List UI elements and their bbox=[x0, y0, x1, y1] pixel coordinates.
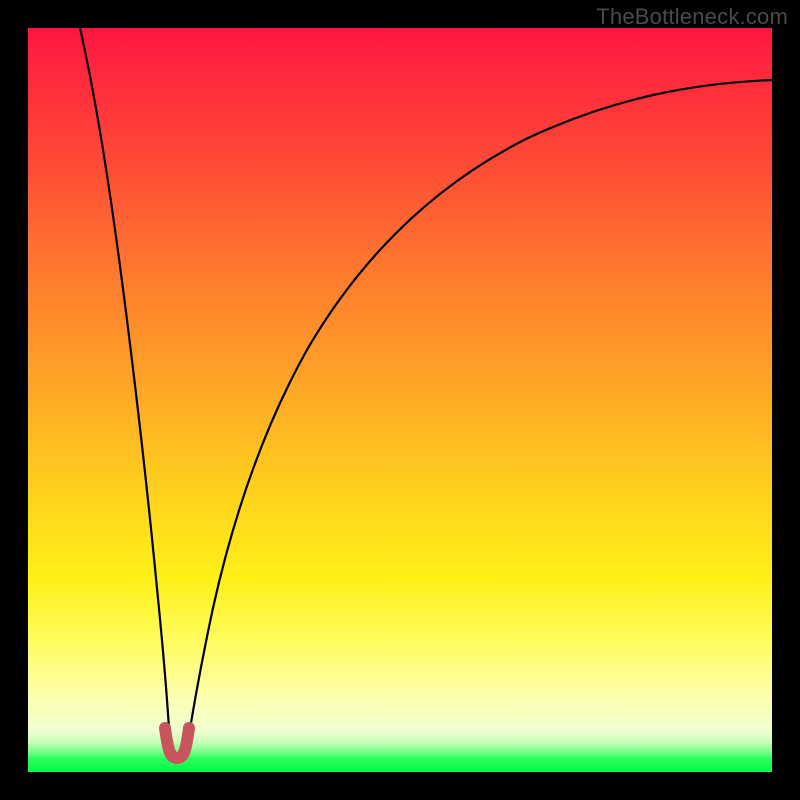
curve-right-branch bbox=[186, 80, 772, 754]
valley-marker bbox=[165, 728, 189, 758]
chart-frame: TheBottleneck.com bbox=[0, 0, 800, 800]
curve-left-branch bbox=[80, 28, 171, 754]
watermark-text: TheBottleneck.com bbox=[596, 4, 788, 30]
plot-area bbox=[28, 28, 772, 772]
curves-layer bbox=[28, 28, 772, 772]
